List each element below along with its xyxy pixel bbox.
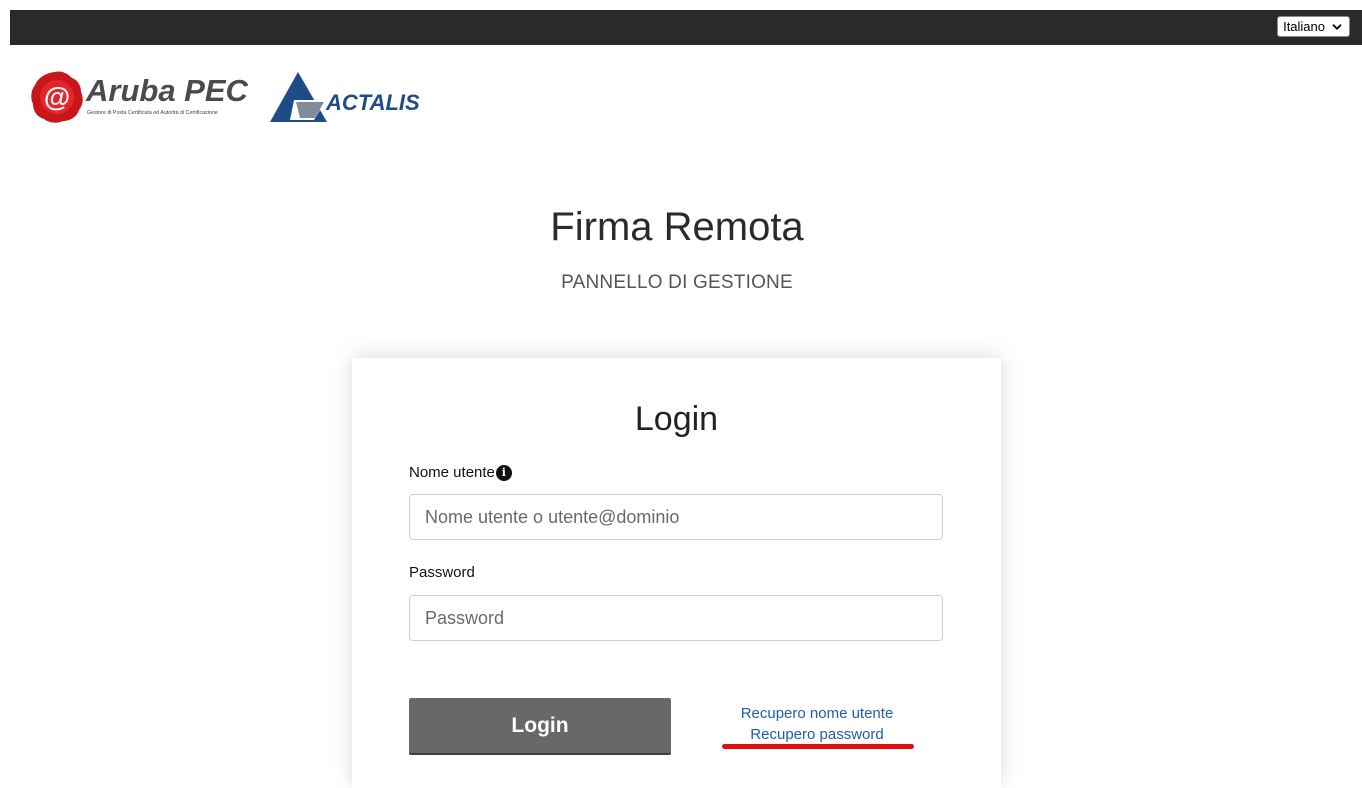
password-input[interactable] <box>409 595 943 641</box>
highlight-underline <box>722 744 914 749</box>
aruba-pec-logo[interactable]: @ Aruba PEC Gestore di Posta Certificata… <box>28 68 268 124</box>
aruba-seal-icon: @ <box>31 71 83 123</box>
chevron-down-icon <box>1332 23 1342 30</box>
login-button[interactable]: Login <box>409 698 671 753</box>
recover-username-link[interactable]: Recupero nome utente <box>712 703 922 724</box>
recover-password-link[interactable]: Recupero password <box>712 724 922 745</box>
info-icon[interactable]: i <box>495 464 512 481</box>
password-label: Password <box>409 564 475 581</box>
svg-text:@: @ <box>44 82 70 112</box>
actalis-logo[interactable]: ACTALIS <box>270 70 430 124</box>
login-card: Login Nome utente i Password Login Recup… <box>352 358 1001 788</box>
language-select-value: Italiano <box>1283 19 1325 34</box>
password-label-row: Password <box>409 564 475 581</box>
svg-text:Aruba PEC: Aruba PEC <box>85 73 249 108</box>
actalis-triangle-icon <box>270 72 327 122</box>
recovery-links: Recupero nome utente Recupero password <box>712 703 922 745</box>
top-bar: Italiano <box>10 10 1362 45</box>
username-label-row: Nome utente i <box>409 464 512 481</box>
svg-text:ACTALIS: ACTALIS <box>325 90 420 115</box>
page-subtitle: PANNELLO DI GESTIONE <box>561 272 793 293</box>
page-title: Firma Remota <box>550 205 804 249</box>
svg-text:Gestore di Posta Certificata e: Gestore di Posta Certificata ed Autorità… <box>87 110 218 116</box>
username-label: Nome utente <box>409 464 495 481</box>
language-select[interactable]: Italiano <box>1277 16 1350 37</box>
login-title: Login <box>634 400 719 438</box>
username-input[interactable] <box>409 494 943 540</box>
